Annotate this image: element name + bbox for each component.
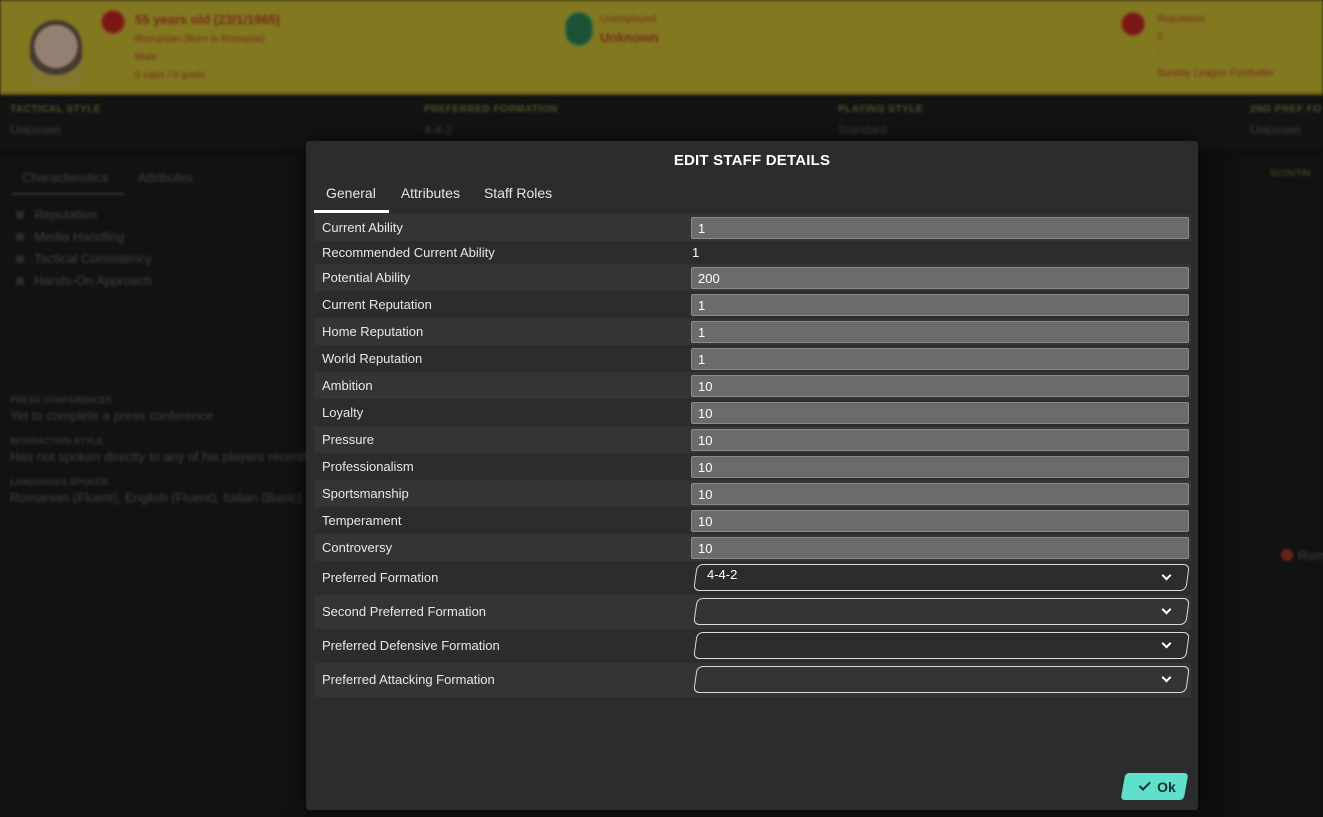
- field-label: Preferred Defensive Formation: [322, 638, 500, 653]
- defensive-formation-select[interactable]: [693, 632, 1190, 659]
- field-row: Sportsmanship: [314, 480, 1191, 507]
- sportsmanship-input[interactable]: [691, 483, 1189, 505]
- field-label: Preferred Formation: [322, 570, 439, 585]
- ambition-input[interactable]: [691, 375, 1189, 397]
- field-label: Temperament: [322, 513, 402, 528]
- field-label: Controversy: [322, 540, 393, 555]
- field-row: Pressure: [314, 426, 1191, 453]
- temperament-input[interactable]: [691, 510, 1189, 532]
- field-label: Potential Ability: [322, 270, 411, 285]
- home-reputation-input[interactable]: [691, 321, 1189, 343]
- ok-button[interactable]: [1120, 773, 1189, 800]
- field-label: World Reputation: [322, 351, 423, 366]
- field-label: Preferred Attacking Formation: [322, 672, 495, 687]
- tab-general[interactable]: General: [314, 179, 389, 213]
- formation-row: Second Preferred Formation: [314, 595, 1191, 629]
- potential-ability-input[interactable]: [691, 267, 1189, 289]
- field-label: Home Reputation: [322, 324, 424, 339]
- dialog-tabs: General Attributes Staff Roles: [314, 179, 564, 213]
- field-label: Sportsmanship: [322, 486, 409, 501]
- field-row: Loyalty: [314, 399, 1191, 426]
- field-label: Pressure: [322, 432, 375, 447]
- fields-list: Current Ability Recommended Current Abil…: [314, 214, 1191, 697]
- field-row: Recommended Current Ability 1: [314, 241, 1191, 264]
- preferred-formation-select[interactable]: [693, 564, 1190, 591]
- tab-attributes[interactable]: Attributes: [389, 179, 472, 213]
- field-label: Current Reputation: [322, 297, 432, 312]
- select-value: 4-4-2: [707, 567, 738, 582]
- world-reputation-input[interactable]: [691, 348, 1189, 370]
- recommended-ability-value: 1: [692, 245, 700, 260]
- field-row: Professionalism: [314, 453, 1191, 480]
- field-row: Potential Ability: [314, 264, 1191, 291]
- tab-staff-roles[interactable]: Staff Roles: [472, 179, 564, 213]
- edit-staff-dialog: EDIT STAFF DETAILS General Attributes St…: [306, 141, 1198, 810]
- field-label: Current Ability: [322, 220, 403, 235]
- field-row: Current Ability: [314, 214, 1191, 241]
- field-label: Professionalism: [322, 459, 414, 474]
- field-row: World Reputation: [314, 345, 1191, 372]
- loyalty-input[interactable]: [691, 402, 1189, 424]
- formation-row: Preferred Attacking Formation: [314, 663, 1191, 697]
- field-label: Ambition: [322, 378, 373, 393]
- field-row: Temperament: [314, 507, 1191, 534]
- field-row: Home Reputation: [314, 318, 1191, 345]
- field-row: Controversy: [314, 534, 1191, 561]
- field-row: Current Reputation: [314, 291, 1191, 318]
- pressure-input[interactable]: [691, 429, 1189, 451]
- professionalism-input[interactable]: [691, 456, 1189, 478]
- formation-row: Preferred Defensive Formation: [314, 629, 1191, 663]
- field-label: Recommended Current Ability: [322, 245, 495, 260]
- controversy-input[interactable]: [691, 537, 1189, 559]
- second-formation-select[interactable]: [693, 598, 1190, 625]
- attacking-formation-select[interactable]: [693, 666, 1190, 693]
- dialog-title: EDIT STAFF DETAILS: [673, 152, 831, 169]
- field-label: Loyalty: [322, 405, 364, 420]
- current-ability-input[interactable]: [691, 217, 1189, 239]
- field-label: Second Preferred Formation: [322, 604, 487, 619]
- formation-row: Preferred Formation 4-4-2: [314, 561, 1191, 595]
- current-reputation-input[interactable]: [691, 294, 1189, 316]
- field-row: Ambition: [314, 372, 1191, 399]
